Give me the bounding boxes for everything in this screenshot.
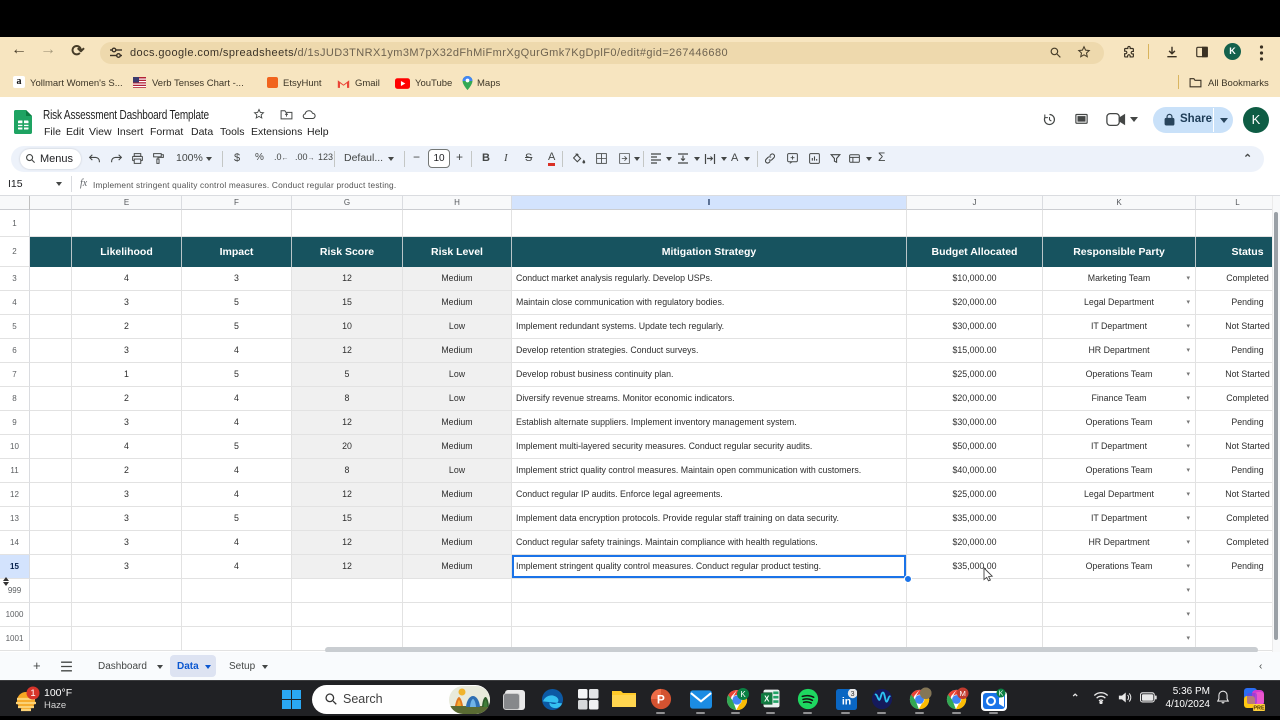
svg-text:PRE: PRE [1253, 706, 1265, 711]
svg-text:X: X [764, 695, 770, 704]
svg-text:K: K [740, 690, 746, 699]
svg-text:K: K [999, 691, 1004, 698]
svg-text:M: M [960, 689, 966, 698]
svg-text:3: 3 [851, 691, 855, 698]
svg-text:P: P [657, 693, 665, 707]
svg-text:1: 1 [30, 688, 35, 699]
